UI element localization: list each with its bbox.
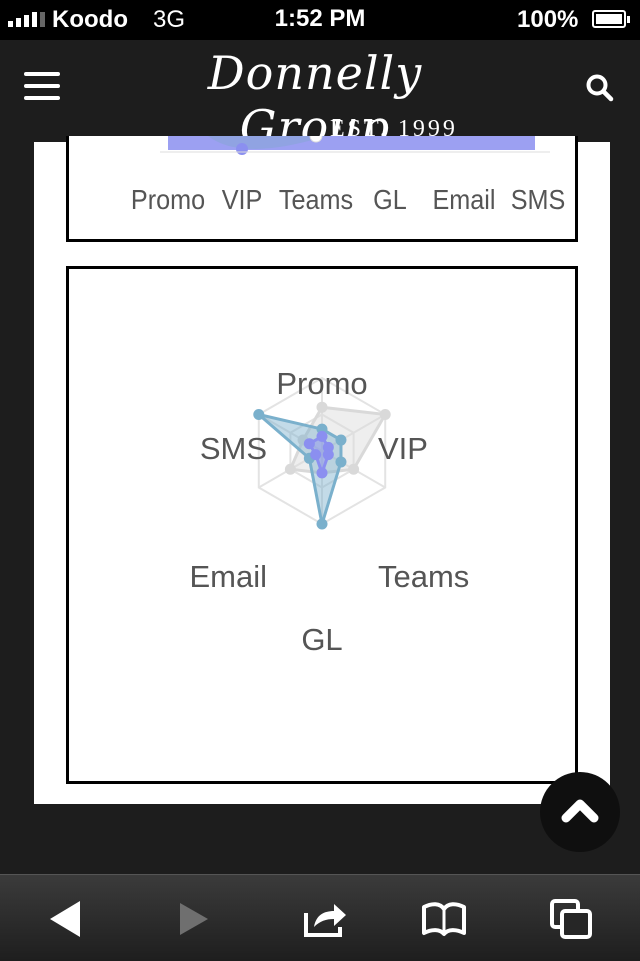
browser-toolbar — [0, 874, 640, 961]
x-tick-label: SMS — [511, 184, 566, 216]
radar-chart: Promo VIP Teams GL Email SMS — [69, 269, 575, 781]
area-chart: Promo VIP Teams GL Email SMS — [69, 136, 575, 239]
radar-data-point — [317, 519, 328, 530]
radar-data-point — [304, 438, 315, 449]
battery-icon — [592, 10, 626, 28]
site-logo[interactable]: Donnelly Group EST. 1999 — [140, 46, 490, 142]
radar-data-point — [253, 409, 264, 420]
x-tick-label: Teams — [279, 184, 353, 216]
radar-data-point — [285, 464, 296, 475]
x-tick-label: VIP — [222, 184, 263, 216]
radar-data-point — [335, 435, 346, 446]
battery-percentage: 100% — [517, 6, 578, 34]
radar-data-point — [317, 467, 328, 478]
radar-axis-label: Promo — [276, 366, 367, 401]
radar-data-point — [323, 449, 334, 460]
x-tick-label: Promo — [131, 184, 205, 216]
radar-axis-label: SMS — [200, 431, 267, 466]
radar-data-point — [310, 449, 321, 460]
radar-axis-label: GL — [301, 622, 342, 657]
radar-axis-label: Teams — [378, 559, 469, 594]
radar-axis-label: VIP — [378, 431, 428, 466]
share-icon[interactable] — [300, 897, 348, 941]
chevron-up-icon — [540, 772, 620, 852]
radar-axis-label: Email — [189, 559, 267, 594]
bookmarks-icon[interactable] — [420, 897, 468, 941]
area-chart-card: Promo VIP Teams GL Email SMS — [66, 136, 578, 242]
tabs-icon[interactable] — [548, 897, 596, 941]
x-tick-label: GL — [373, 184, 407, 216]
radar-data-point — [380, 409, 391, 420]
scroll-to-top-button[interactable] — [540, 772, 620, 852]
radar-data-point — [348, 464, 359, 475]
forward-arrow-icon[interactable] — [170, 897, 218, 941]
status-bar: Koodo 3G 1:52 PM 100% — [0, 0, 640, 40]
back-arrow-icon[interactable] — [44, 897, 92, 941]
radar-data-point — [335, 456, 346, 467]
page-content: Promo VIP Teams GL Email SMS Promo VIP Teams GL E… — [34, 142, 610, 804]
radar-data-point — [317, 402, 328, 413]
data-point — [236, 143, 248, 155]
site-header: Donnelly Group EST. 1999 — [0, 40, 640, 142]
radar-data-point — [317, 431, 328, 442]
x-tick-label: Email — [433, 184, 496, 216]
hamburger-menu-icon[interactable] — [24, 72, 60, 100]
radar-chart-card: Promo VIP Teams GL Email SMS — [66, 266, 578, 784]
search-icon[interactable] — [584, 72, 616, 104]
